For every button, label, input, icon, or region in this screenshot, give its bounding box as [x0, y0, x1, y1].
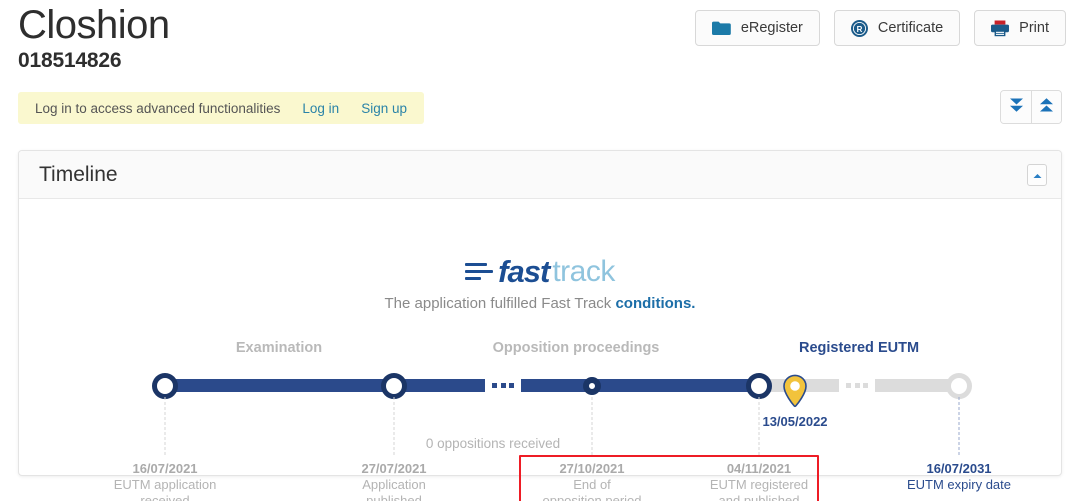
timeline-node-opposition-end[interactable]	[583, 376, 601, 395]
connector-line-5	[958, 397, 960, 455]
login-link[interactable]: Log in	[302, 101, 339, 116]
milestone-line1-4: EUTM registered	[709, 477, 809, 492]
connector-line-2	[393, 397, 395, 455]
milestone-date-1: 16/07/2021	[132, 461, 198, 476]
milestone-line2-3: opposition period	[542, 493, 642, 501]
login-notice-banner: Log in to access advanced functionalitie…	[18, 92, 424, 124]
page-header: Closhion 018514826	[18, 2, 170, 74]
expand-all-button[interactable]	[1001, 91, 1031, 123]
connector-line-3	[591, 397, 593, 455]
milestone-label-5: 16/07/2031 EUTM expiry date	[907, 461, 1011, 493]
milestone-date-5: 16/07/2031	[926, 461, 992, 476]
milestone-line2-2: published	[366, 493, 422, 501]
connector-line-1	[164, 397, 166, 455]
timeline-card-header: Timeline	[19, 151, 1061, 199]
timeline-node-registered[interactable]	[746, 372, 772, 399]
double-chevron-down-icon	[1009, 96, 1024, 119]
oppositions-received-note: 0 oppositions received	[425, 436, 561, 451]
login-notice-text: Log in to access advanced functionalitie…	[35, 100, 281, 116]
eregister-button[interactable]: eRegister	[694, 10, 820, 46]
milestone-line2-1: received	[140, 493, 190, 501]
phase-label-registered: Registered EUTM	[798, 340, 920, 356]
track-gap-dots-2	[839, 379, 875, 392]
milestone-line1-2: Application	[362, 477, 426, 492]
milestone-label-2: 27/07/2021 Application published	[361, 461, 426, 501]
signup-link[interactable]: Sign up	[361, 101, 407, 116]
certificate-label: Certificate	[877, 20, 944, 36]
milestone-line1-5: EUTM expiry date	[906, 477, 1012, 492]
milestone-line1-1: EUTM application	[113, 477, 217, 492]
milestone-label-3: 27/10/2021 End of opposition period	[542, 461, 641, 501]
eregister-label: eRegister	[740, 20, 803, 36]
timeline-collapse-button[interactable]	[1027, 163, 1047, 186]
milestone-label-1: 16/07/2021 EUTM application received	[114, 461, 217, 501]
track-segment-completed-1	[165, 379, 485, 392]
milestone-date-2: 27/07/2021	[361, 461, 427, 476]
svg-text:R: R	[857, 25, 863, 34]
milestone-line2-4: and published	[718, 493, 800, 501]
page-title: Closhion	[18, 3, 170, 47]
timeline-graphic: Examination Opposition proceedings Regis…	[19, 199, 1063, 501]
milestone-date-3: 27/10/2021	[559, 461, 625, 476]
timeline-title: Timeline	[39, 162, 118, 186]
folder-icon	[711, 21, 731, 36]
header-actions: eRegister R Certificate Print	[694, 10, 1066, 46]
certificate-button[interactable]: R Certificate	[833, 10, 961, 46]
timeline-node-application-received[interactable]	[152, 372, 178, 399]
collapse-all-button[interactable]	[1031, 91, 1061, 123]
connector-line-4	[758, 397, 760, 455]
phase-label-opposition: Opposition proceedings	[492, 340, 660, 356]
timeline-node-application-published[interactable]	[381, 372, 407, 399]
milestone-line1-3: End of	[573, 477, 611, 492]
milestone-label-4: 04/11/2021 EUTM registered and published	[710, 461, 808, 501]
milestone-date-4: 04/11/2021	[726, 461, 792, 476]
application-number: 018514826	[18, 49, 122, 72]
current-date-marker[interactable]: 13/05/2022	[762, 374, 828, 429]
phase-label-examination: Examination	[235, 340, 323, 356]
timeline-card-body: fast track The application fulfilled Fas…	[19, 199, 1063, 501]
timeline-node-expiry[interactable]	[946, 372, 972, 399]
track-gap-dots-1	[485, 379, 521, 392]
current-date-label: 13/05/2022	[762, 414, 828, 429]
track-segment-completed-2	[521, 379, 759, 392]
print-label: Print	[1019, 20, 1049, 36]
printer-icon	[991, 20, 1010, 37]
print-button[interactable]: Print	[974, 10, 1066, 46]
timeline-card: Timeline fast track The application fulf…	[18, 150, 1063, 501]
eutm-timeline-page: Closhion 018514826 eRegister R Certifica…	[0, 0, 1080, 501]
double-chevron-up-icon	[1039, 96, 1054, 119]
map-pin-icon	[782, 374, 808, 414]
chevron-up-icon	[1033, 166, 1042, 184]
registered-badge-icon: R	[850, 19, 868, 37]
expand-collapse-toggle-group	[1000, 90, 1062, 124]
